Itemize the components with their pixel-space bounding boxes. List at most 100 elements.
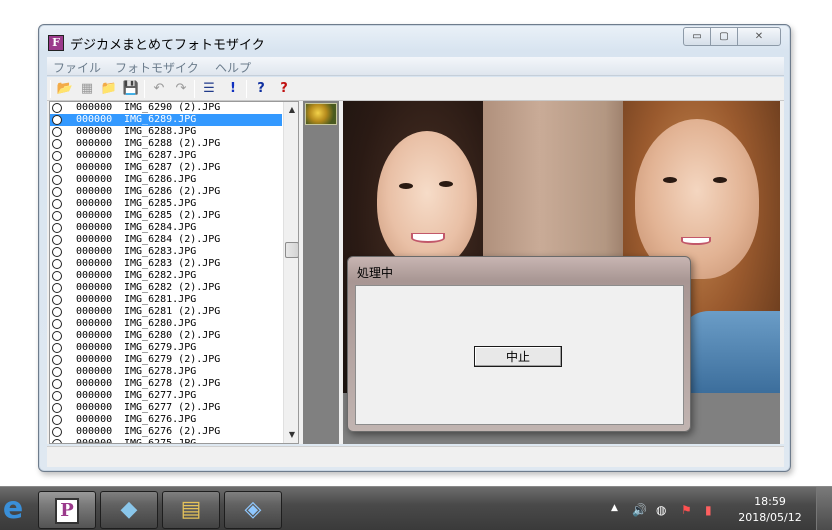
radio-icon[interactable] bbox=[52, 127, 62, 137]
radio-icon[interactable] bbox=[52, 151, 62, 161]
radio-icon[interactable] bbox=[52, 139, 62, 149]
radio-icon[interactable] bbox=[52, 379, 62, 389]
power-icon[interactable]: ▮ bbox=[705, 503, 712, 517]
radio-icon[interactable] bbox=[52, 175, 62, 185]
file-row[interactable]: 000000 IMG_6281 (2).JPG bbox=[50, 306, 282, 318]
file-row[interactable]: 000000 IMG_6287 (2).JPG bbox=[50, 162, 282, 174]
file-row[interactable]: 000000 IMG_6288.JPG bbox=[50, 126, 282, 138]
radio-icon[interactable] bbox=[52, 319, 62, 329]
file-row[interactable]: 000000 IMG_6286 (2).JPG bbox=[50, 186, 282, 198]
radio-icon[interactable] bbox=[52, 223, 62, 233]
scrollbar-thumb[interactable] bbox=[285, 242, 298, 258]
menu-file[interactable]: ファイル bbox=[53, 59, 101, 76]
file-row[interactable]: 000000 IMG_6278 (2).JPG bbox=[50, 378, 282, 390]
menu-photomosaic[interactable]: フォトモザイク bbox=[115, 59, 199, 76]
file-row[interactable]: 000000 IMG_6278.JPG bbox=[50, 366, 282, 378]
save-icon[interactable]: 💾 bbox=[122, 80, 140, 98]
folder-icon[interactable]: 📁 bbox=[100, 80, 118, 98]
thumbnail-image[interactable] bbox=[305, 103, 337, 125]
radio-icon[interactable] bbox=[52, 271, 62, 281]
radio-icon[interactable] bbox=[52, 343, 62, 353]
list-icon[interactable]: ☰ bbox=[200, 80, 218, 98]
file-row[interactable]: 000000 IMG_6277 (2).JPG bbox=[50, 402, 282, 414]
file-row[interactable]: 000000 IMG_6279 (2).JPG bbox=[50, 354, 282, 366]
file-row[interactable]: 000000 IMG_6285 (2).JPG bbox=[50, 210, 282, 222]
image-icon[interactable]: ▦ bbox=[78, 80, 96, 98]
file-name: IMG_6277.JPG bbox=[124, 390, 197, 401]
file-row[interactable]: 000000 IMG_6275.JPG bbox=[50, 438, 282, 443]
scroll-down-icon[interactable]: ▼ bbox=[284, 427, 298, 443]
radio-icon[interactable] bbox=[52, 427, 62, 437]
file-row[interactable]: 000000 IMG_6290 (2).JPG bbox=[50, 102, 282, 114]
ie-icon[interactable]: e bbox=[0, 491, 32, 529]
explorer-icon[interactable]: ▤ bbox=[162, 491, 220, 529]
file-row[interactable]: 000000 IMG_6286.JPG bbox=[50, 174, 282, 186]
radio-icon[interactable] bbox=[52, 355, 62, 365]
radio-icon[interactable] bbox=[52, 103, 62, 113]
file-row[interactable]: 000000 IMG_6283 (2).JPG bbox=[50, 258, 282, 270]
file-number: 000000 bbox=[76, 270, 113, 281]
file-row[interactable]: 000000 IMG_6288 (2).JPG bbox=[50, 138, 282, 150]
taskbar-app-photomosaic[interactable]: P bbox=[38, 491, 96, 529]
volume-icon[interactable]: 🔊 bbox=[632, 503, 647, 517]
radio-icon[interactable] bbox=[52, 439, 62, 443]
file-row[interactable]: 000000 IMG_6280 (2).JPG bbox=[50, 330, 282, 342]
file-name: IMG_6282.JPG bbox=[124, 270, 197, 281]
file-row[interactable]: 000000 IMG_6285.JPG bbox=[50, 198, 282, 210]
open-folder-icon[interactable]: 📂 bbox=[56, 80, 74, 98]
radio-icon[interactable] bbox=[52, 391, 62, 401]
radio-icon[interactable] bbox=[52, 403, 62, 413]
radio-icon[interactable] bbox=[52, 259, 62, 269]
file-row[interactable]: 000000 IMG_6282.JPG bbox=[50, 270, 282, 282]
minimize-button[interactable]: ▭ bbox=[683, 27, 711, 46]
file-row[interactable]: 000000 IMG_6281.JPG bbox=[50, 294, 282, 306]
clock[interactable]: 18:59 2018/05/12 bbox=[735, 494, 805, 526]
file-row[interactable]: 000000 IMG_6279.JPG bbox=[50, 342, 282, 354]
network-icon[interactable]: ◍ bbox=[656, 503, 666, 517]
file-row[interactable]: 000000 IMG_6283.JPG bbox=[50, 246, 282, 258]
file-list-scrollbar[interactable]: ▲ ▼ bbox=[283, 102, 298, 443]
file-number: 000000 bbox=[76, 210, 113, 221]
radio-icon[interactable] bbox=[52, 331, 62, 341]
radio-icon[interactable] bbox=[52, 247, 62, 257]
radio-icon[interactable] bbox=[52, 211, 62, 221]
file-row[interactable]: 000000 IMG_6284.JPG bbox=[50, 222, 282, 234]
radio-icon[interactable] bbox=[52, 283, 62, 293]
radio-icon[interactable] bbox=[52, 415, 62, 425]
radio-icon[interactable] bbox=[52, 295, 62, 305]
radio-icon[interactable] bbox=[52, 307, 62, 317]
title-bar[interactable]: F デジカメまとめてフォトモザイク ▭ ▢ ✕ bbox=[39, 25, 790, 55]
radio-icon[interactable] bbox=[52, 367, 62, 377]
file-row[interactable]: 000000 IMG_6282 (2).JPG bbox=[50, 282, 282, 294]
exclamation-icon[interactable]: ! bbox=[224, 80, 242, 98]
context-help-icon[interactable]: ? bbox=[275, 80, 293, 98]
file-row[interactable]: 000000 IMG_6289.JPG bbox=[50, 114, 282, 126]
radio-icon[interactable] bbox=[52, 115, 62, 125]
undo-icon[interactable]: ↶ bbox=[150, 80, 168, 98]
network-app-icon[interactable]: ◈ bbox=[224, 491, 282, 529]
stop-button[interactable]: 中止 bbox=[474, 346, 562, 367]
scroll-up-icon[interactable]: ▲ bbox=[284, 102, 298, 118]
maximize-button[interactable]: ▢ bbox=[710, 27, 738, 46]
close-button[interactable]: ✕ bbox=[737, 27, 781, 46]
file-row[interactable]: 000000 IMG_6280.JPG bbox=[50, 318, 282, 330]
notebook-icon[interactable]: ◆ bbox=[100, 491, 158, 529]
radio-icon[interactable] bbox=[52, 199, 62, 209]
action-center-icon[interactable]: ⚑ bbox=[681, 503, 692, 517]
redo-icon[interactable]: ↷ bbox=[172, 80, 190, 98]
file-row[interactable]: 000000 IMG_6276 (2).JPG bbox=[50, 426, 282, 438]
help-icon[interactable]: ? bbox=[252, 80, 270, 98]
radio-icon[interactable] bbox=[52, 235, 62, 245]
menu-help[interactable]: ヘルプ bbox=[215, 59, 251, 76]
app-icon[interactable]: F bbox=[48, 35, 64, 51]
radio-icon[interactable] bbox=[52, 163, 62, 173]
file-row[interactable]: 000000 IMG_6287.JPG bbox=[50, 150, 282, 162]
file-row[interactable]: 000000 IMG_6277.JPG bbox=[50, 390, 282, 402]
radio-icon[interactable] bbox=[52, 187, 62, 197]
file-list[interactable]: 000000 IMG_6290 (2).JPG 000000 IMG_6289.JPG… bbox=[49, 101, 299, 444]
file-row[interactable]: 000000 IMG_6276.JPG bbox=[50, 414, 282, 426]
file-row[interactable]: 000000 IMG_6284 (2).JPG bbox=[50, 234, 282, 246]
tray-expand-icon[interactable]: ▲ bbox=[611, 503, 618, 513]
show-desktop-button[interactable] bbox=[816, 487, 832, 530]
processing-dialog: 処理中 中止 bbox=[347, 256, 691, 432]
